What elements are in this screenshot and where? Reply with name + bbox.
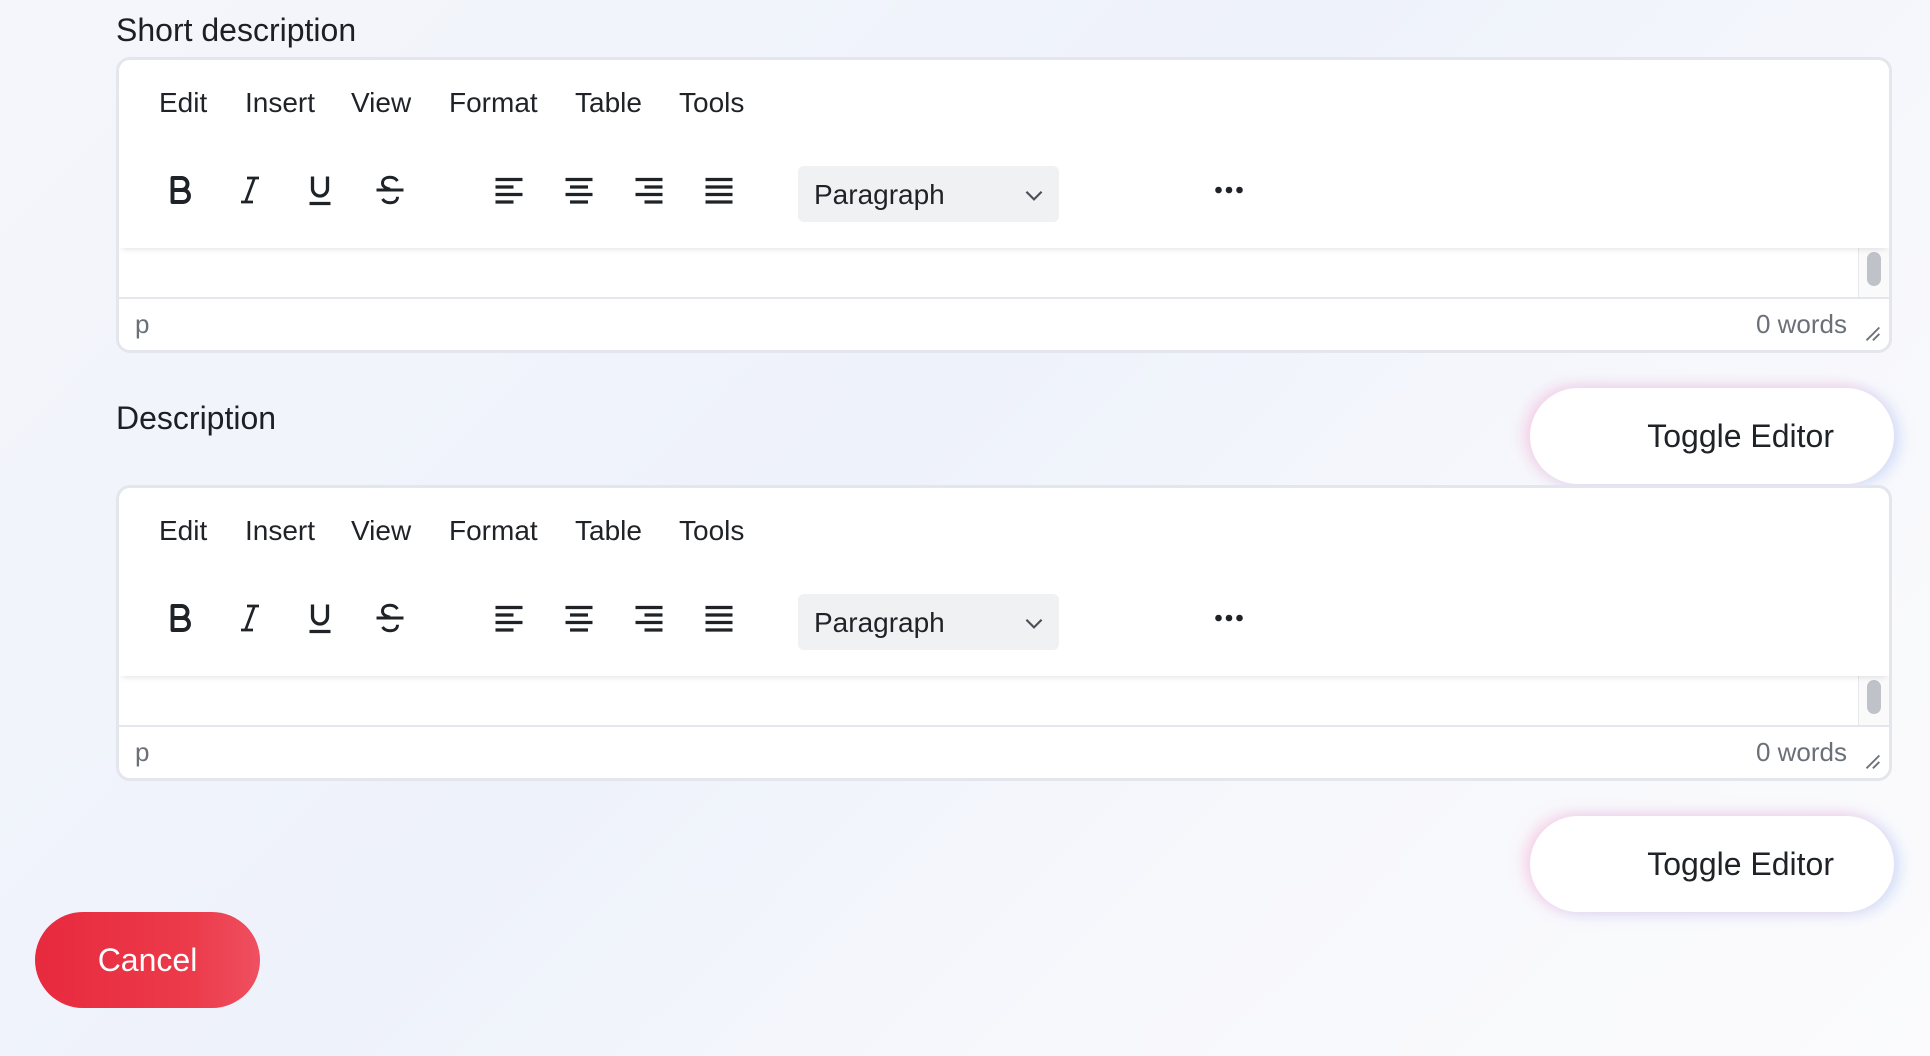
editor-statusbar: p 0 words: [119, 297, 1889, 350]
italic-icon: [241, 176, 259, 204]
more-icon: [1215, 614, 1243, 622]
chevron-down-icon: [1025, 190, 1043, 201]
editor-toolbar: Paragraph: [119, 568, 1889, 676]
strikethrough-icon: [376, 175, 404, 205]
editor-statusbar: p 0 words: [119, 725, 1889, 778]
element-path[interactable]: p: [135, 737, 149, 768]
block-format-value: Paragraph: [814, 179, 945, 210]
menu-tools[interactable]: Tools: [679, 515, 744, 547]
align-right-button[interactable]: [621, 590, 677, 646]
justify-button[interactable]: [691, 590, 747, 646]
menu-table[interactable]: Table: [575, 87, 642, 119]
bold-icon: [170, 176, 191, 204]
chevron-down-icon: [1025, 618, 1043, 629]
bold-button[interactable]: [152, 162, 208, 218]
bold-button[interactable]: [152, 590, 208, 646]
menu-format[interactable]: Format: [449, 515, 538, 547]
scroll-thumb[interactable]: [1867, 680, 1881, 714]
italic-button[interactable]: [222, 590, 278, 646]
menu-view[interactable]: View: [351, 515, 411, 547]
align-center-button[interactable]: [551, 162, 607, 218]
align-left-button[interactable]: [481, 162, 537, 218]
align-left-icon: [495, 605, 523, 632]
underline-icon: [309, 604, 331, 634]
more-button[interactable]: [1201, 162, 1257, 218]
align-right-button[interactable]: [621, 162, 677, 218]
resize-handle-icon[interactable]: [1861, 322, 1883, 344]
block-format-select[interactable]: Paragraph: [798, 594, 1059, 650]
editor-toolbar: Paragraph: [119, 140, 1889, 248]
menu-view[interactable]: View: [351, 87, 411, 119]
underline-button[interactable]: [292, 590, 348, 646]
cancel-button[interactable]: Cancel: [35, 912, 260, 1008]
justify-icon: [705, 605, 733, 632]
more-button[interactable]: [1201, 590, 1257, 646]
toggle-editor-button[interactable]: Toggle Editor: [1530, 388, 1894, 484]
editor-menubar: Edit Insert View Format Table Tools: [119, 488, 1889, 568]
description-label: Description: [116, 400, 277, 436]
italic-button[interactable]: [222, 162, 278, 218]
menu-table[interactable]: Table: [575, 515, 642, 547]
align-center-icon: [565, 605, 593, 632]
menu-tools[interactable]: Tools: [679, 87, 744, 119]
menu-edit[interactable]: Edit: [159, 515, 207, 547]
underline-icon: [309, 176, 331, 206]
strikethrough-button[interactable]: [362, 162, 418, 218]
menu-edit[interactable]: Edit: [159, 87, 207, 119]
short-description-editor: Edit Insert View Format Table Tools Para…: [116, 57, 1892, 353]
scroll-thumb[interactable]: [1867, 252, 1881, 286]
strikethrough-button[interactable]: [362, 590, 418, 646]
editor-menubar: Edit Insert View Format Table Tools: [119, 60, 1889, 140]
word-count[interactable]: 0 words: [1756, 309, 1847, 340]
resize-handle-icon[interactable]: [1861, 750, 1883, 772]
align-left-icon: [495, 177, 523, 204]
italic-icon: [241, 604, 259, 632]
justify-button[interactable]: [691, 162, 747, 218]
align-left-button[interactable]: [481, 590, 537, 646]
block-format-value: Paragraph: [814, 607, 945, 638]
more-icon: [1215, 186, 1243, 194]
align-right-icon: [635, 177, 663, 204]
underline-button[interactable]: [292, 162, 348, 218]
menu-format[interactable]: Format: [449, 87, 538, 119]
bold-icon: [170, 604, 191, 632]
align-right-icon: [635, 605, 663, 632]
menu-insert[interactable]: Insert: [245, 515, 315, 547]
description-editor: Edit Insert View Format Table Tools Para…: [116, 485, 1892, 781]
align-center-icon: [565, 177, 593, 204]
strikethrough-icon: [376, 603, 404, 633]
block-format-select[interactable]: Paragraph: [798, 166, 1059, 222]
word-count[interactable]: 0 words: [1756, 737, 1847, 768]
toggle-editor-button[interactable]: Toggle Editor: [1530, 816, 1894, 912]
justify-icon: [705, 177, 733, 204]
element-path[interactable]: p: [135, 309, 149, 340]
align-center-button[interactable]: [551, 590, 607, 646]
menu-insert[interactable]: Insert: [245, 87, 315, 119]
short-description-label: Short description: [116, 12, 357, 48]
